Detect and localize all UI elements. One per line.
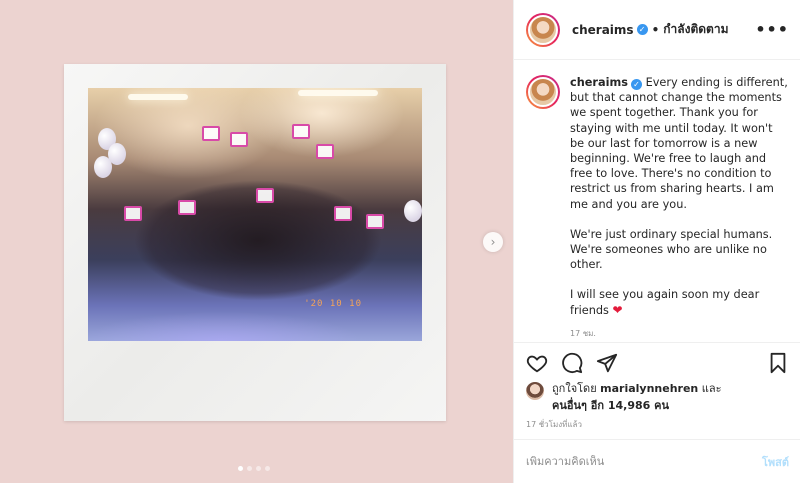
- liker-avatar[interactable]: [526, 382, 544, 400]
- photo-date-stamp: '20 10 10: [304, 299, 362, 309]
- likes-count-link[interactable]: คนอื่นๆ อีก 14,986 คน: [552, 399, 669, 412]
- carousel-dot: [265, 466, 270, 471]
- caption-text: cheraims ✓ Every ending is different, but…: [570, 75, 789, 333]
- carousel-dot: [238, 466, 243, 471]
- caption-paragraph: I will see you again soon my dear friend…: [570, 288, 760, 317]
- heart-icon[interactable]: [526, 352, 548, 374]
- avatar[interactable]: [526, 12, 560, 47]
- carousel-dot: [256, 466, 261, 471]
- red-heart-emoji: ❤: [612, 302, 623, 317]
- liked-by-and: และ: [701, 382, 722, 395]
- verified-icon: ✓: [636, 24, 648, 35]
- post-header: cheraims ✓ • กำลังติดตาม •••: [514, 0, 800, 60]
- avatar[interactable]: [526, 75, 560, 109]
- more-icon[interactable]: •••: [755, 20, 789, 39]
- carousel-dots: [238, 466, 270, 471]
- post-side-panel: cheraims ✓ • กำลังติดตาม ••• cheraims ✓ E…: [513, 0, 800, 483]
- comment-icon[interactable]: [561, 352, 583, 374]
- liker-username-link[interactable]: marialynnehren: [600, 382, 698, 395]
- likes-summary: ถูกใจโดย marialynnehren และ คนอื่นๆ อีก …: [526, 380, 722, 414]
- post-comment-button[interactable]: โพสต์: [762, 453, 789, 471]
- bookmark-icon[interactable]: [767, 352, 789, 374]
- username-link[interactable]: cheraims: [572, 23, 634, 37]
- separator-dot: •: [651, 22, 660, 37]
- following-button[interactable]: กำลังติดตาม: [663, 20, 728, 39]
- chevron-right-icon[interactable]: ›: [483, 232, 503, 252]
- verified-icon: ✓: [630, 79, 642, 90]
- post-photo[interactable]: '20 10 10: [88, 88, 422, 341]
- post-media-area: '20 10 10 ›: [0, 0, 513, 483]
- caption-paragraph: We're just ordinary special humans. We'r…: [570, 227, 773, 272]
- caption-area: cheraims ✓ Every ending is different, but…: [514, 61, 800, 341]
- caption-paragraph: Every ending is different, but that cann…: [570, 76, 788, 211]
- carousel-dot: [247, 466, 252, 471]
- share-icon[interactable]: [596, 352, 618, 374]
- comment-input[interactable]: [526, 455, 762, 468]
- caption-username[interactable]: cheraims: [570, 76, 628, 89]
- action-bar: [514, 342, 800, 382]
- post-timestamp[interactable]: 17 ชั่วโมงที่แล้ว: [526, 418, 582, 431]
- liked-by-prefix: ถูกใจโดย: [552, 382, 597, 395]
- comment-box: โพสต์: [514, 439, 800, 483]
- polaroid-frame: '20 10 10: [64, 64, 446, 421]
